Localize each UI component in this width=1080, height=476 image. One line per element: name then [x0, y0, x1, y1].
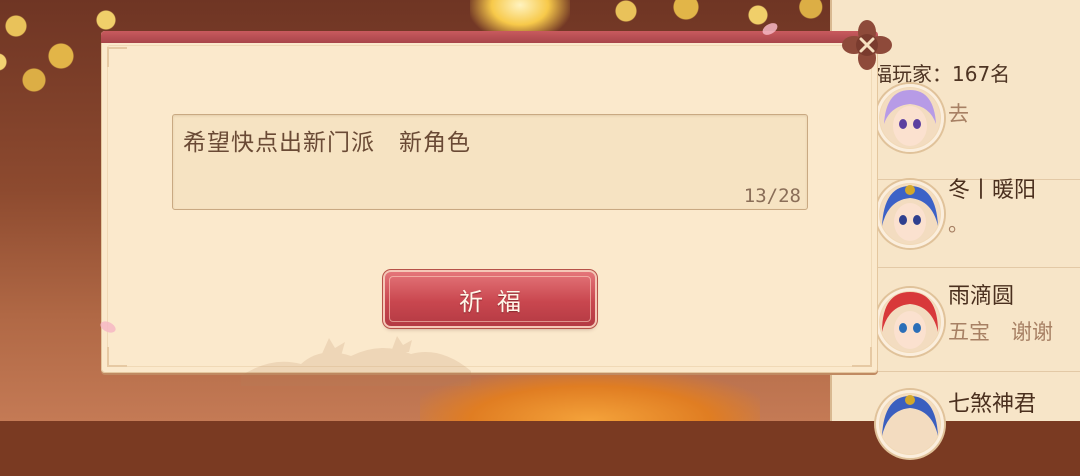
avatar-portrait-icon	[880, 394, 940, 454]
player-message: 去	[948, 102, 969, 126]
pray-button[interactable]: 祈福	[385, 272, 595, 326]
avatar[interactable]	[876, 288, 944, 356]
player-name: 七煞神君	[948, 392, 1037, 417]
avatar-portrait-icon	[880, 88, 940, 148]
player-name: 冬丨暖阳	[948, 178, 1037, 203]
close-button[interactable]	[841, 19, 893, 71]
avatar[interactable]	[876, 84, 944, 152]
avatar[interactable]	[876, 180, 944, 248]
player-message: 。	[948, 212, 969, 236]
pray-button-label: 祈福	[459, 287, 535, 316]
wish-message-input[interactable]: 希望快点出新门派 新角色 13/28	[172, 114, 808, 210]
close-icon	[842, 20, 892, 70]
wish-message-text: 希望快点出新门派 新角色	[183, 130, 471, 156]
avatar-portrait-icon	[880, 184, 940, 244]
horse-silhouette-decoration	[241, 336, 471, 386]
avatar[interactable]	[876, 390, 944, 458]
dialog-top-bar	[101, 31, 878, 43]
player-name: 雨滴圆	[948, 284, 1015, 309]
corner-ornament	[107, 347, 127, 367]
avatar-portrait-icon	[880, 292, 940, 352]
corner-ornament	[852, 347, 872, 367]
player-row[interactable]: 七煞神君	[832, 372, 1080, 476]
gold-coins-decoration	[590, 0, 830, 35]
char-counter: 13/28	[743, 185, 801, 207]
player-message: 五宝 谢谢	[948, 320, 1053, 344]
corner-ornament	[107, 47, 127, 67]
